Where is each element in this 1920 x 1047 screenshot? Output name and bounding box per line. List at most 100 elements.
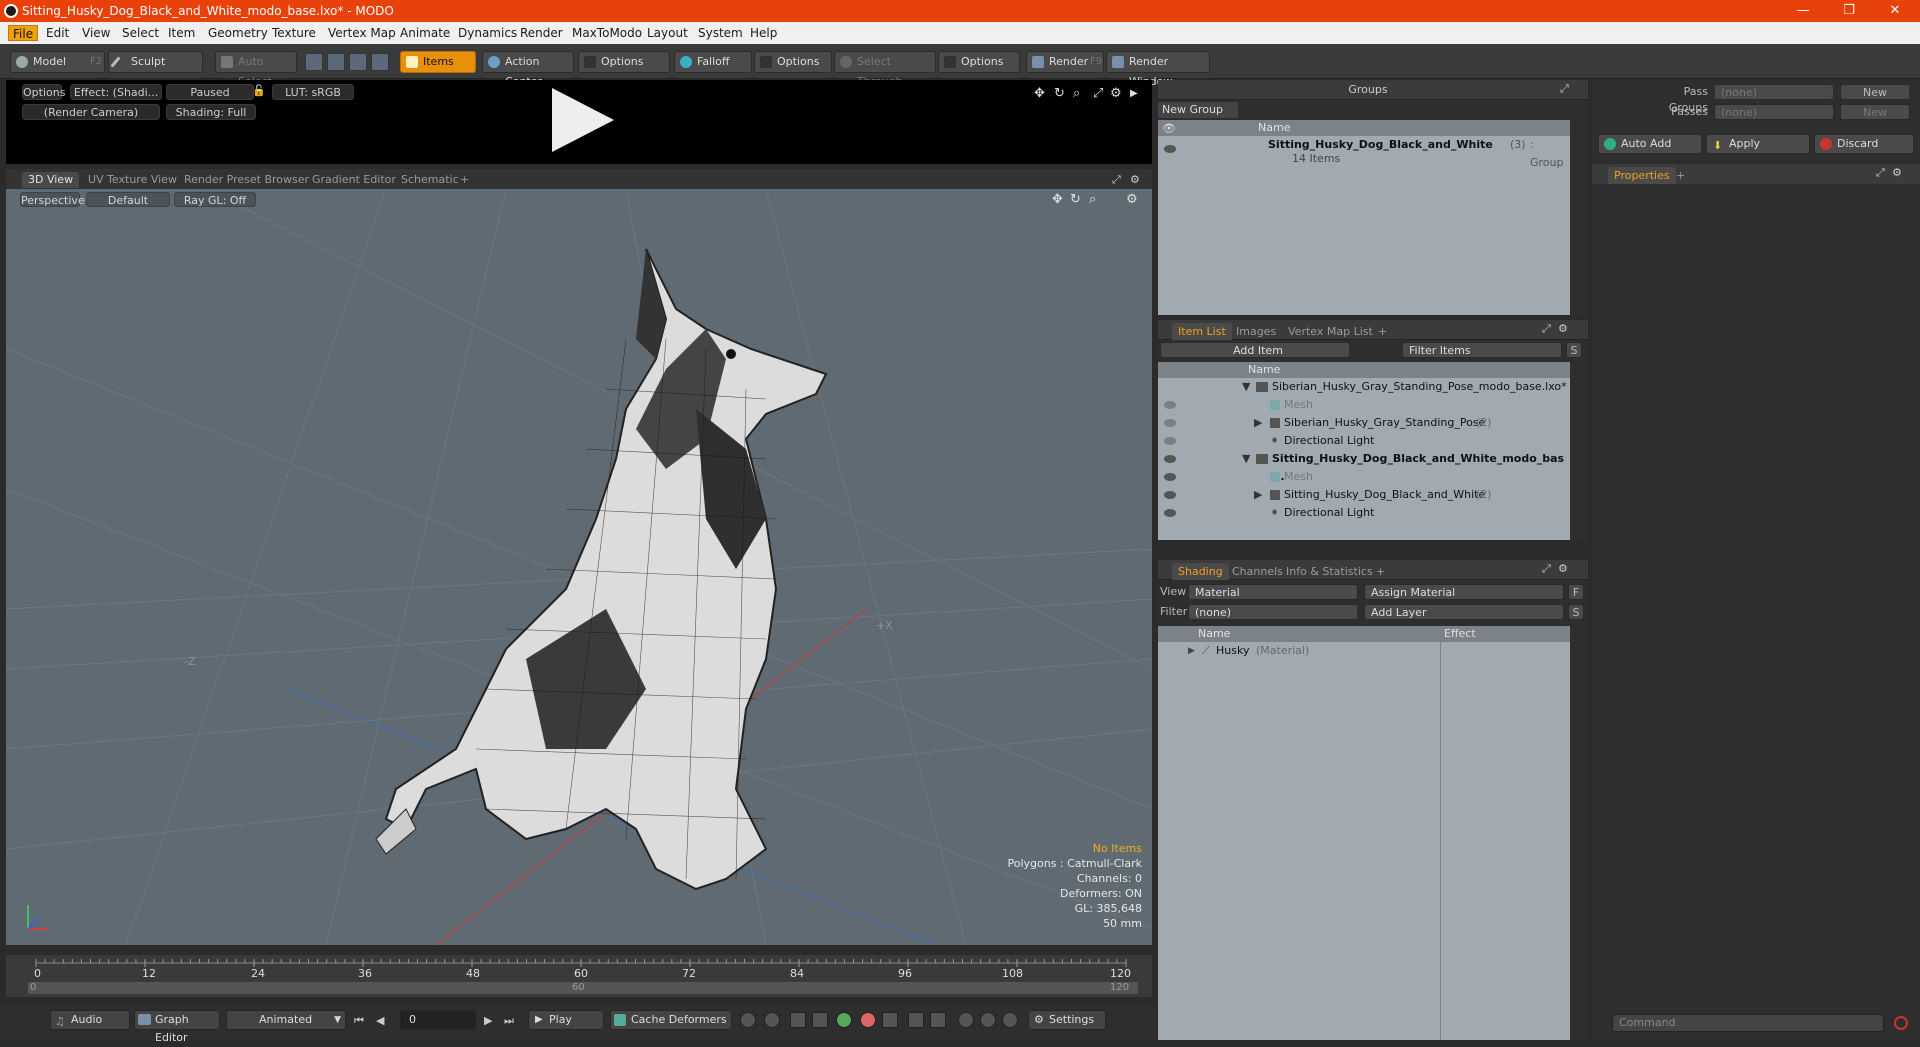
maximize-view-icon[interactable]: ⤢ (1093, 86, 1103, 101)
tab-uv-texture-view[interactable]: UV Texture View (82, 172, 183, 188)
action-center-options-button[interactable]: Options (578, 51, 670, 73)
default-shading-dropdown[interactable]: Default (86, 192, 170, 207)
eye-icon[interactable] (1164, 419, 1176, 427)
rotate-view-icon[interactable]: ↻ (1070, 192, 1081, 207)
menu-select[interactable]: Select (118, 25, 163, 41)
item-row[interactable]: Mesh (1158, 468, 1570, 486)
zoom-view-icon[interactable]: ⌕ (1089, 192, 1096, 207)
eye-icon[interactable] (1164, 145, 1176, 153)
f-button[interactable]: F (1568, 584, 1584, 600)
assign-material-dropdown[interactable]: Assign Material (1364, 584, 1564, 600)
filter-dropdown[interactable]: (none) (1188, 604, 1358, 620)
auto-key-icon[interactable] (836, 1012, 852, 1028)
discard-button[interactable]: Discard (1814, 134, 1914, 154)
menu-item[interactable]: Item (164, 25, 199, 41)
new-group-button[interactable]: New Group (1158, 102, 1238, 118)
menu-maxtomodo[interactable]: MaxToModo (568, 25, 646, 41)
key-start-icon[interactable] (908, 1012, 924, 1028)
close-button[interactable]: ✕ (1875, 0, 1915, 22)
pass-groups-new-button[interactable]: New (1840, 84, 1910, 100)
eye-icon[interactable] (1164, 491, 1176, 499)
vertices-select-icon[interactable] (305, 53, 323, 71)
rotate-view-icon[interactable]: ↻ (1054, 86, 1065, 101)
eye-icon[interactable] (1164, 437, 1176, 445)
expand-arrow-icon[interactable]: ▶ (1130, 88, 1138, 99)
apply-button[interactable]: ⬇ Apply (1706, 134, 1810, 154)
play-preview-icon[interactable] (552, 88, 614, 152)
collapse-icon[interactable]: ▼ (1242, 450, 1250, 468)
command-record-icon[interactable] (1894, 1016, 1908, 1030)
command-input[interactable]: Command (1612, 1014, 1884, 1032)
eye-icon[interactable] (1164, 473, 1176, 481)
3d-viewport[interactable]: Perspective Default Ray GL: Off ✥ ↻ ⌕ ⚙ … (6, 189, 1152, 945)
menu-edit[interactable]: Edit (42, 25, 73, 41)
expand-icon[interactable]: ▶ (1254, 486, 1262, 504)
tab-3d-view[interactable]: 3D View (22, 172, 80, 188)
move-view-icon[interactable]: ✥ (1052, 192, 1063, 207)
timeline[interactable]: 0 12 24 36 48 60 72 84 96 108 120 0 60 1… (6, 955, 1152, 997)
sculpt-mode-button[interactable]: Sculpt (108, 51, 203, 73)
tab-images[interactable]: Images (1230, 323, 1282, 340)
s-button[interactable]: S (1568, 604, 1584, 620)
item-row[interactable]: ▼ Sitting_Husky_Dog_Black_and_White_modo_… (1158, 450, 1570, 483)
pass-groups-dropdown[interactable]: (none) (1714, 84, 1834, 100)
select-through-options-button[interactable]: Options (938, 51, 1020, 73)
play-button[interactable]: ▶ Play (528, 1010, 604, 1030)
prev-key-icon[interactable] (790, 1012, 806, 1028)
add-item-dropdown[interactable]: Add Item (1160, 342, 1350, 358)
material-row[interactable]: ▶ ⟋ Husky (Material) (1158, 642, 1570, 660)
eye-icon[interactable] (1164, 509, 1176, 517)
falloff-options-button[interactable]: Options (754, 51, 832, 73)
item-row[interactable]: ▼ Siberian_Husky_Gray_Standing_Pose_modo_… (1158, 378, 1570, 396)
item-row[interactable]: ▶ Siberian_Husky_Gray_Standing_Pose (2) (1158, 414, 1570, 432)
loop-icon[interactable] (958, 1012, 974, 1028)
minimize-button[interactable]: — (1783, 0, 1823, 22)
ray-gl-toggle[interactable]: Ray GL: Off (174, 192, 256, 207)
next-key-icon[interactable] (812, 1012, 828, 1028)
lock-icon[interactable]: 🔓 (252, 84, 266, 97)
menu-texture[interactable]: Texture (268, 25, 320, 41)
edges-select-icon[interactable] (327, 53, 345, 71)
add-tab-button[interactable]: + (454, 172, 475, 188)
auto-select-button[interactable]: Auto Select (215, 51, 297, 88)
gear-icon[interactable]: ⚙ (1558, 562, 1568, 575)
items-mode-button[interactable]: Items (400, 51, 476, 73)
gear-icon[interactable]: ⚙ (1892, 166, 1902, 179)
eye-icon[interactable] (1164, 401, 1176, 409)
graph-editor-button[interactable]: Graph Editor (134, 1010, 220, 1044)
husky-mesh[interactable] (375, 248, 828, 891)
last-frame-icon[interactable]: ⏭ (504, 1014, 514, 1028)
maximize-button[interactable]: ❐ (1829, 0, 1869, 22)
set-key-icon[interactable] (882, 1012, 898, 1028)
maximize-panel-icon[interactable]: ⤢ (1876, 166, 1885, 180)
view-dropdown[interactable]: Material (1188, 584, 1358, 600)
menu-animate[interactable]: Animate (396, 25, 454, 41)
group-row[interactable]: Sitting_Husky_Dog_Black_and_White (3) : … (1158, 136, 1570, 170)
render-camera-dropdown[interactable]: (Render Camera) (22, 104, 160, 120)
maximize-panel-icon[interactable]: ⤢ (1560, 82, 1569, 96)
search-toggle-button[interactable]: S (1566, 342, 1582, 358)
select-through-button[interactable]: Select Through (834, 51, 936, 88)
polygons-select-icon[interactable] (349, 53, 367, 71)
gear-icon[interactable]: ⚙ (1126, 192, 1138, 207)
lut-dropdown[interactable]: LUT: sRGB (272, 84, 354, 100)
falloff-button[interactable]: Falloff (674, 51, 752, 73)
passes-dropdown[interactable]: (none) (1714, 104, 1834, 120)
maximize-panel-icon[interactable]: ⤢ (1542, 562, 1551, 576)
tab-shading[interactable]: Shading (1172, 563, 1229, 580)
tab-gradient-editor[interactable]: Gradient Editor (306, 172, 402, 188)
menu-help[interactable]: Help (746, 25, 781, 41)
paused-button[interactable]: Paused (166, 84, 254, 100)
add-tab-button[interactable]: + (1670, 167, 1691, 184)
gear-icon[interactable]: ⚙ (1110, 86, 1122, 101)
menu-view[interactable]: View (78, 25, 114, 41)
expand-icon[interactable]: ▶ (1188, 642, 1195, 660)
key-options-icon[interactable] (764, 1012, 780, 1028)
menu-file[interactable]: File (8, 25, 39, 41)
sync-icon[interactable] (980, 1012, 996, 1028)
settings-button[interactable]: ⚙ Settings (1028, 1010, 1106, 1030)
tab-properties[interactable]: Properties (1608, 167, 1676, 184)
menu-render[interactable]: Render (516, 25, 567, 41)
auto-add-button[interactable]: Auto Add (1598, 134, 1702, 154)
cache-deformers-button[interactable]: Cache Deformers (610, 1010, 732, 1030)
